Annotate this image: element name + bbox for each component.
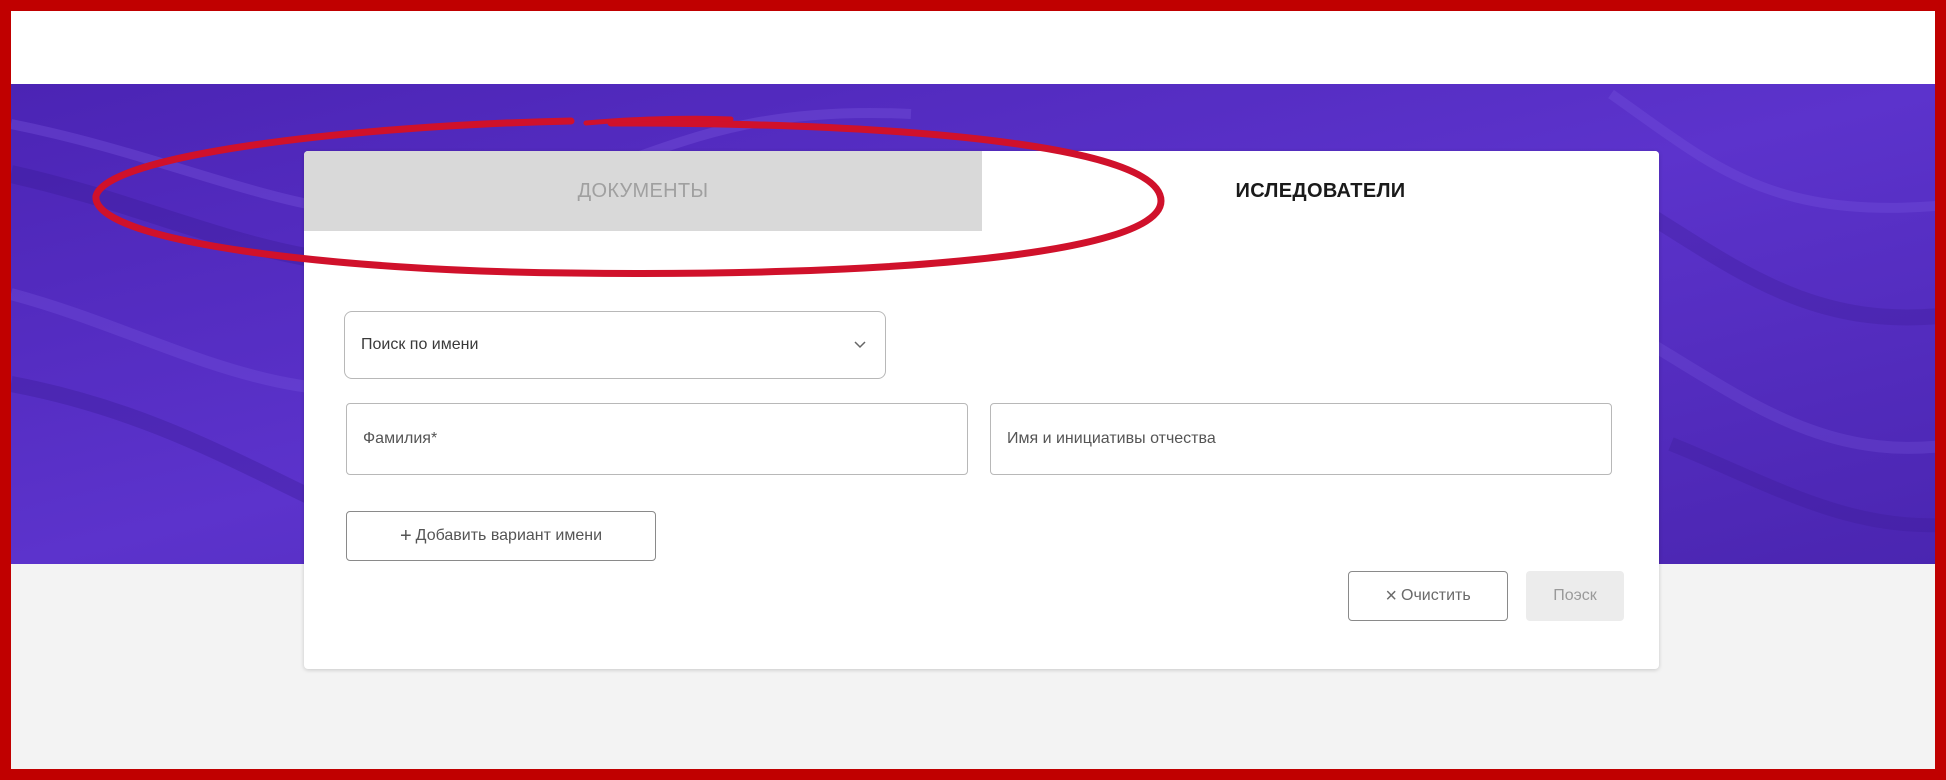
add-name-variant-label: Добавить вариант имени bbox=[415, 527, 602, 544]
clear-button[interactable]: × Очистить bbox=[1348, 571, 1508, 621]
search-mode-select[interactable]: Поиск по имени bbox=[344, 311, 886, 379]
chevron-down-icon bbox=[853, 338, 867, 352]
plus-icon: + bbox=[399, 525, 412, 547]
search-button[interactable]: Поэск bbox=[1526, 571, 1624, 621]
clear-label: Очистить bbox=[1401, 587, 1471, 604]
surname-field[interactable] bbox=[346, 403, 968, 475]
top-bar bbox=[11, 11, 1935, 84]
name-initials-field[interactable] bbox=[990, 403, 1612, 475]
screenshot-frame: ДОКУМЕНТЫ ИСЛЕДОВАТЕЛИ Поиск по имени + … bbox=[0, 0, 1946, 780]
search-mode-value: Поиск по имени bbox=[361, 336, 479, 353]
tab-documents[interactable]: ДОКУМЕНТЫ bbox=[304, 151, 982, 231]
tab-researchers[interactable]: ИСЛЕДОВАТЕЛИ bbox=[982, 151, 1659, 231]
search-card: ДОКУМЕНТЫ ИСЛЕДОВАТЕЛИ Поиск по имени + … bbox=[304, 151, 1659, 669]
add-name-variant-button[interactable]: + Добавить вариант имени bbox=[346, 511, 656, 561]
close-icon: × bbox=[1385, 585, 1398, 607]
